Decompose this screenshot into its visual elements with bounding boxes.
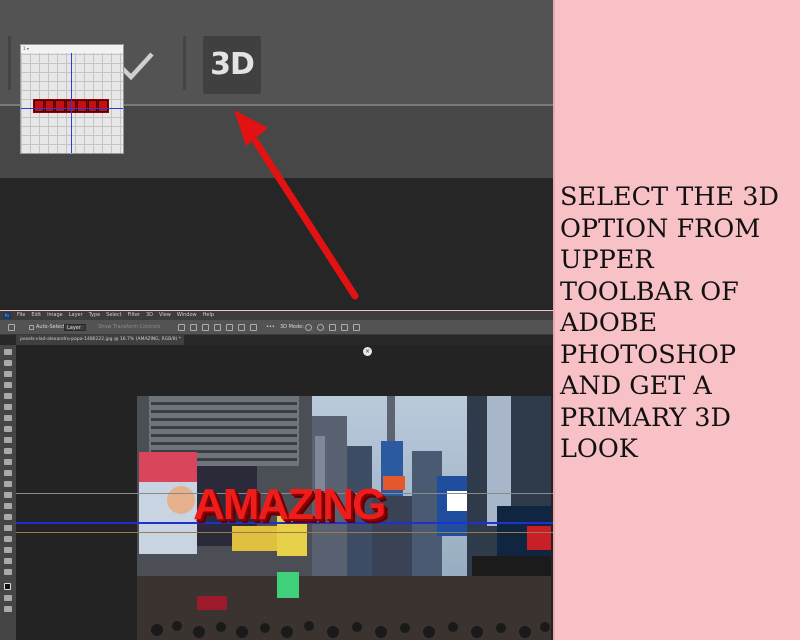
photoshop-menu-bar: Ps File Edit Image Layer Type Select Fil…: [0, 311, 553, 320]
canvas-area-zoomed: [0, 178, 553, 310]
healing-tool-icon[interactable]: [4, 415, 12, 421]
more-tools-icon[interactable]: [4, 569, 12, 575]
instruction-text: SELECT THE 3D OPTION FROM UPPER TOOLBAR …: [560, 182, 796, 466]
menu-window[interactable]: Window: [177, 311, 197, 320]
crop-tool-icon[interactable]: [4, 393, 12, 399]
close-icon[interactable]: ×: [363, 347, 372, 356]
menu-filter[interactable]: Filter: [128, 311, 140, 320]
align-icon[interactable]: [214, 324, 221, 331]
panel-divider: [553, 0, 555, 640]
menu-file[interactable]: File: [17, 311, 25, 320]
move-tool-icon[interactable]: [8, 324, 15, 331]
distribute-icon[interactable]: [250, 324, 257, 331]
3d-mode-label: 3D Mode:: [280, 324, 304, 330]
zoom-tool-icon[interactable]: [4, 558, 12, 564]
screen-mode-icon[interactable]: [4, 606, 12, 612]
shape-tool-icon[interactable]: [4, 536, 12, 542]
instruction-line: AND GET A: [560, 371, 712, 401]
hand-tool-icon[interactable]: [4, 547, 12, 553]
move-tool-icon[interactable]: [4, 349, 12, 355]
toolbar-separator: [8, 36, 11, 90]
instruction-line: LOOK: [560, 434, 638, 464]
menu-help[interactable]: Help: [203, 311, 214, 320]
3d-scale-icon[interactable]: [353, 324, 360, 331]
menu-layer[interactable]: Layer: [69, 311, 83, 320]
photoshop-logo-icon: Ps: [3, 312, 11, 319]
instruction-line: ADOBE: [560, 308, 658, 338]
menu-type[interactable]: Type: [89, 311, 100, 320]
marquee-tool-icon[interactable]: [4, 360, 12, 366]
3d-mode-button[interactable]: 3D: [203, 36, 261, 94]
3d-orbit-icon[interactable]: [305, 324, 312, 331]
align-icon[interactable]: [178, 324, 185, 331]
pen-tool-icon[interactable]: [4, 503, 12, 509]
eraser-tool-icon[interactable]: [4, 459, 12, 465]
quick-select-tool-icon[interactable]: [4, 382, 12, 388]
photoshop-tools-panel: [0, 345, 16, 640]
eyedropper-tool-icon[interactable]: [4, 404, 12, 410]
navigator-preview-panel: 1 ▾: [20, 44, 124, 154]
dodge-tool-icon[interactable]: [4, 492, 12, 498]
instruction-line: OPTION FROM: [560, 213, 761, 244]
menu-edit[interactable]: Edit: [31, 311, 41, 320]
more-options-icon[interactable]: •••: [266, 320, 275, 335]
align-icon[interactable]: [190, 324, 197, 331]
canvas-text-amazing: AMAZING: [193, 480, 386, 529]
stamp-tool-icon[interactable]: [4, 437, 12, 443]
navigator-header: 1 ▾: [21, 45, 123, 53]
guide-line-horizontal: [16, 532, 553, 533]
align-icon[interactable]: [202, 324, 209, 331]
toolbar-separator: [183, 36, 186, 90]
foreground-color-swatch[interactable]: [4, 583, 11, 590]
document-tab[interactable]: pexels-vlad-alexandru-popa-1486222.jpg @…: [16, 335, 184, 345]
quick-mask-icon[interactable]: [4, 595, 12, 601]
auto-select-checkbox[interactable]: [29, 325, 34, 330]
blur-tool-icon[interactable]: [4, 481, 12, 487]
3d-roll-icon[interactable]: [317, 324, 324, 331]
history-brush-tool-icon[interactable]: [4, 448, 12, 454]
auto-select-label: Auto-Select:: [36, 324, 67, 330]
menu-select[interactable]: Select: [106, 311, 121, 320]
show-transform-controls-label[interactable]: Show Transform Controls: [98, 320, 160, 335]
menu-view[interactable]: View: [159, 311, 171, 320]
instruction-line: PRIMARY 3D: [560, 402, 731, 433]
gradient-tool-icon[interactable]: [4, 470, 12, 476]
3d-slide-icon[interactable]: [341, 324, 348, 331]
photoshop-options-bar: Auto-Select: Layer Show Transform Contro…: [0, 320, 553, 335]
layer-select[interactable]: Layer: [64, 324, 86, 331]
path-select-tool-icon[interactable]: [4, 525, 12, 531]
type-tool-icon[interactable]: [4, 514, 12, 520]
align-icon[interactable]: [226, 324, 233, 331]
align-icon[interactable]: [238, 324, 245, 331]
layer-select-value: Layer: [67, 325, 81, 331]
menu-image[interactable]: Image: [47, 311, 63, 320]
lasso-tool-icon[interactable]: [4, 371, 12, 377]
3d-pan-icon[interactable]: [329, 324, 336, 331]
instruction-line: PHOTOSHOP: [560, 339, 736, 370]
instruction-line: SELECT THE 3D: [560, 182, 779, 212]
instruction-line: TOOLBAR OF: [560, 276, 739, 307]
instruction-line: UPPER: [560, 245, 654, 275]
brush-tool-icon[interactable]: [4, 426, 12, 432]
menu-3d[interactable]: 3D: [146, 311, 153, 320]
guide-line-vertical: [71, 53, 72, 153]
guide-line-horizontal: [21, 108, 123, 109]
